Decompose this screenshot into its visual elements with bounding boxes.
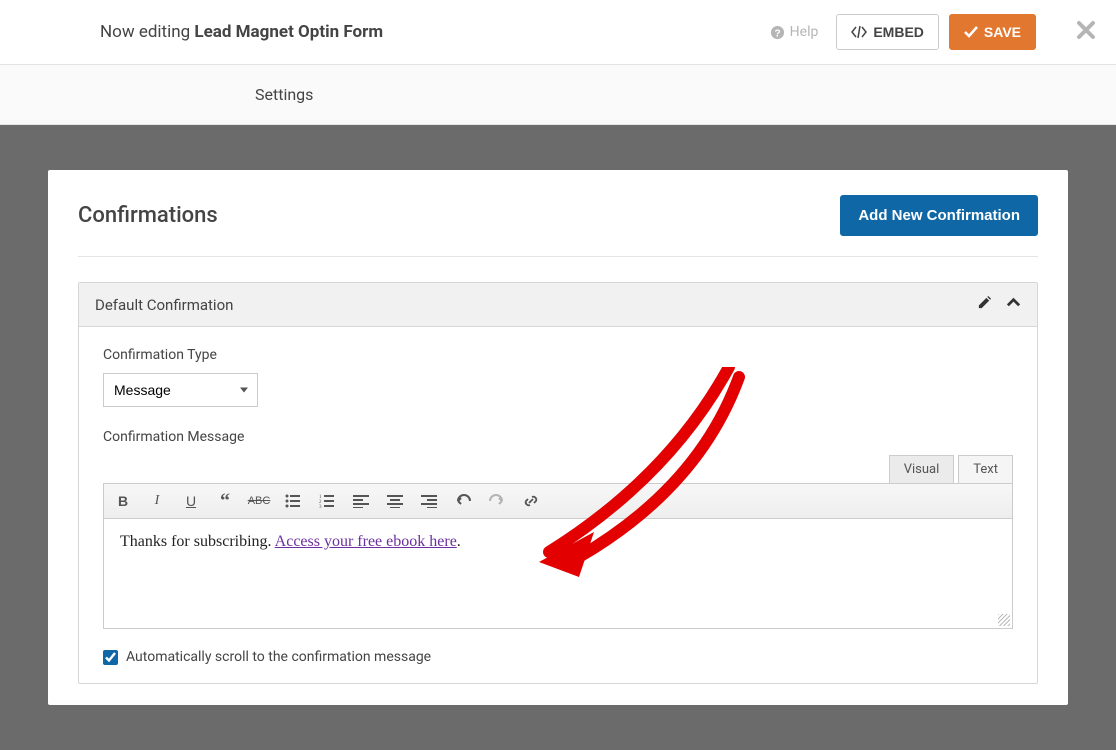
svg-text:3: 3 <box>319 505 322 508</box>
svg-text:?: ? <box>774 28 780 39</box>
redo-icon[interactable] <box>486 490 508 512</box>
align-right-icon[interactable] <box>418 490 440 512</box>
link-icon[interactable] <box>520 490 542 512</box>
editing-prefix: Now editing <box>100 22 194 42</box>
strikethrough-icon[interactable]: ABC <box>248 490 270 512</box>
help-link[interactable]: ? Help <box>770 24 819 40</box>
align-left-icon[interactable] <box>350 490 372 512</box>
italic-icon[interactable]: I <box>146 490 168 512</box>
underline-icon[interactable]: U <box>180 490 202 512</box>
code-icon <box>851 26 867 38</box>
autoscroll-row[interactable]: Automatically scroll to the confirmation… <box>103 649 1013 665</box>
resize-handle[interactable] <box>998 614 1010 626</box>
embed-label: EMBED <box>873 24 924 40</box>
message-suffix: . <box>457 533 461 550</box>
message-prefix: Thanks for subscribing. <box>120 533 275 550</box>
bullet-list-icon[interactable] <box>282 490 304 512</box>
message-link[interactable]: Access your free ebook here <box>275 533 457 550</box>
tab-visual[interactable]: Visual <box>889 455 955 483</box>
save-button[interactable]: SAVE <box>949 14 1036 50</box>
type-label: Confirmation Type <box>103 347 1013 363</box>
autoscroll-checkbox[interactable] <box>103 650 118 665</box>
embed-button[interactable]: EMBED <box>836 14 939 50</box>
message-editor[interactable]: Thanks for subscribing. Access your free… <box>103 519 1013 629</box>
number-list-icon[interactable]: 123 <box>316 490 338 512</box>
confirmation-card: Default Confirmation Confirmation Type M… <box>78 282 1038 684</box>
editing-title: Now editing Lead Magnet Optin Form <box>100 22 383 42</box>
page-title: Confirmations <box>78 203 218 228</box>
message-label: Confirmation Message <box>103 429 1013 445</box>
confirmation-title: Default Confirmation <box>95 296 233 314</box>
tab-text[interactable]: Text <box>958 455 1013 483</box>
help-icon: ? <box>770 25 785 40</box>
save-label: SAVE <box>984 24 1021 40</box>
blockquote-icon[interactable]: “ <box>214 490 236 512</box>
confirmation-type-select[interactable]: Message <box>103 373 258 407</box>
align-center-icon[interactable] <box>384 490 406 512</box>
chevron-up-icon[interactable] <box>1006 295 1021 314</box>
check-icon <box>964 26 978 38</box>
add-confirmation-button[interactable]: Add New Confirmation <box>840 195 1038 236</box>
close-icon <box>1076 20 1096 40</box>
bold-icon[interactable]: B <box>112 490 134 512</box>
undo-icon[interactable] <box>452 490 474 512</box>
edit-icon[interactable] <box>977 295 992 314</box>
close-button[interactable] <box>1076 18 1096 46</box>
editor-toolbar: B I U “ ABC 123 <box>103 483 1013 519</box>
form-name: Lead Magnet Optin Form <box>194 22 383 42</box>
autoscroll-label: Automatically scroll to the confirmation… <box>126 649 431 665</box>
tab-settings[interactable]: Settings <box>255 85 313 104</box>
help-label: Help <box>790 24 819 40</box>
